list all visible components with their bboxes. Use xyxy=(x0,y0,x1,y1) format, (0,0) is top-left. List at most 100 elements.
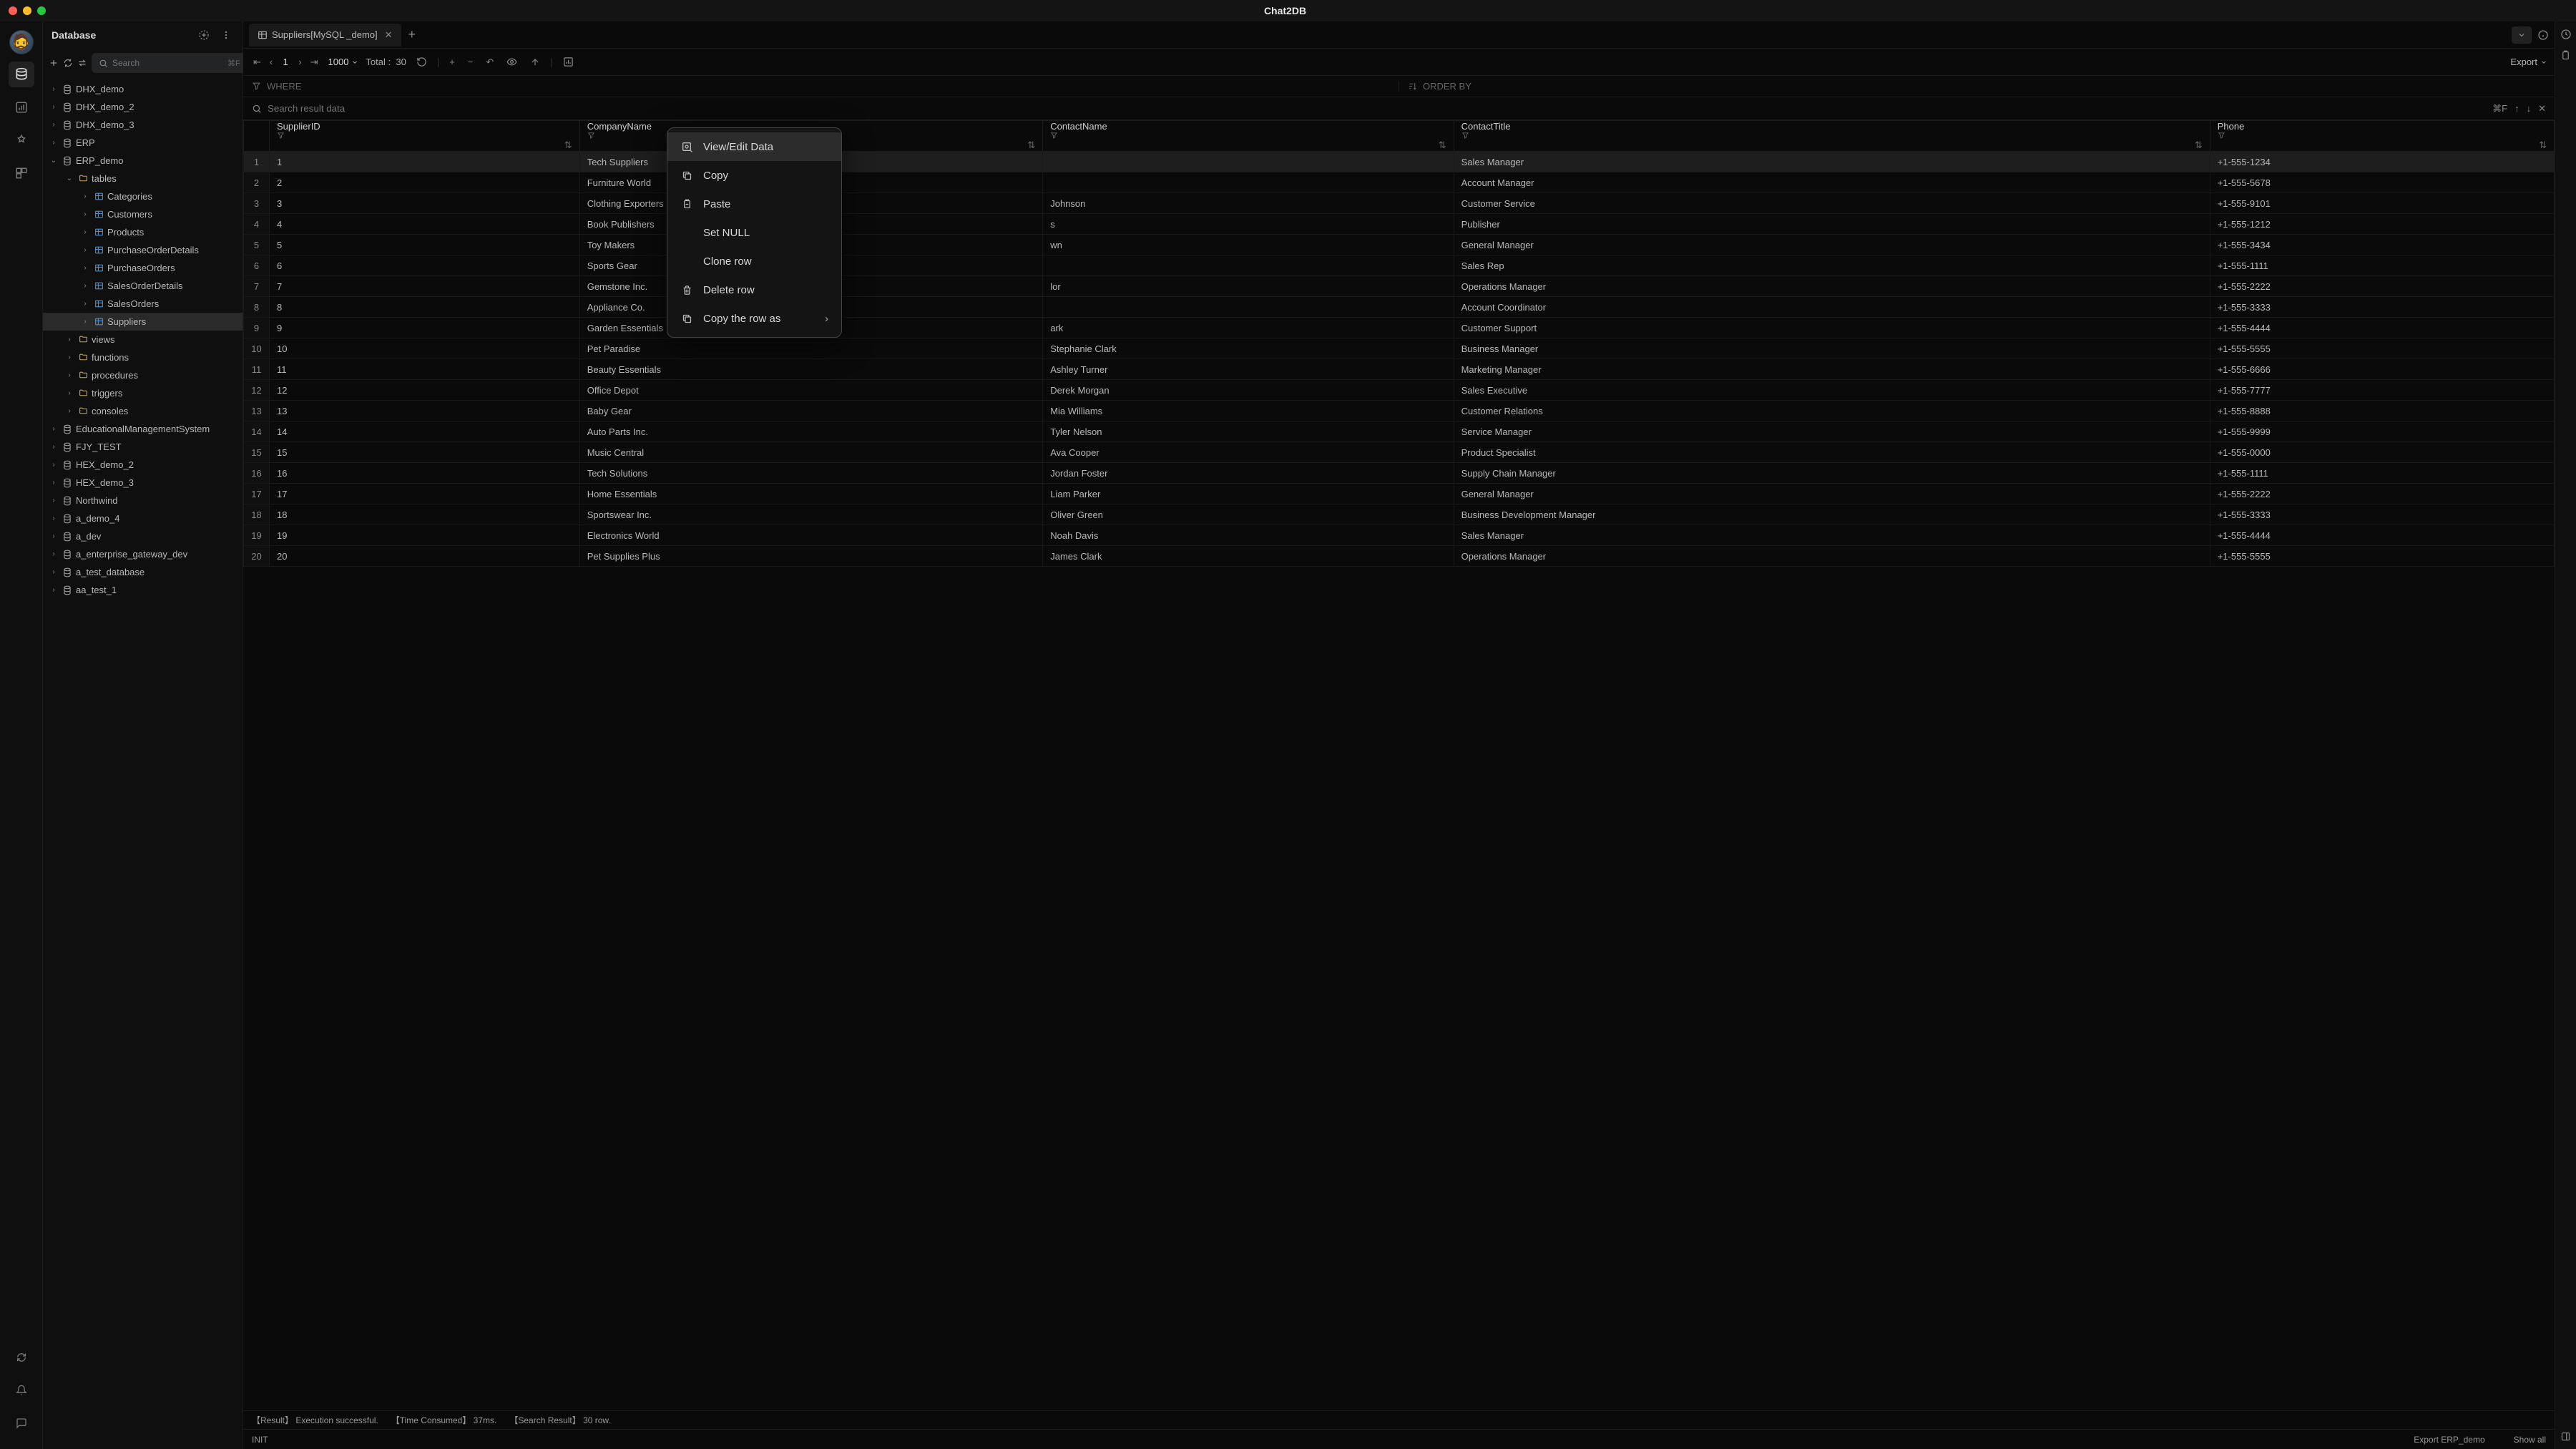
refresh-icon[interactable] xyxy=(63,54,73,72)
cell[interactable]: +1-555-4444 xyxy=(2210,525,2554,546)
filter-icon[interactable] xyxy=(277,132,572,140)
tree-item-categories[interactable]: ›Categories xyxy=(43,187,243,205)
cell[interactable]: wn xyxy=(1043,235,1454,255)
table-row[interactable]: 22Furniture WorldAccount Manager+1-555-5… xyxy=(244,172,2555,193)
cell[interactable]: Customer Support xyxy=(1454,318,2210,338)
last-page-button[interactable]: ⇥ xyxy=(308,55,321,69)
cell[interactable]: 6 xyxy=(270,255,580,276)
cell[interactable]: 19 xyxy=(270,525,580,546)
cell[interactable]: lor xyxy=(1043,276,1454,297)
cell[interactable]: Account Coordinator xyxy=(1454,297,2210,318)
chevron-icon[interactable]: › xyxy=(80,228,90,236)
filter-icon[interactable] xyxy=(1050,132,1446,140)
col-phone[interactable]: Phone⇅ xyxy=(2210,121,2554,152)
tree-item-hex_demo_3[interactable]: ›HEX_demo_3 xyxy=(43,474,243,492)
ai-chat-icon[interactable] xyxy=(9,127,34,153)
prev-page-button[interactable]: ‹ xyxy=(267,55,275,69)
tree-item-suppliers[interactable]: ›Suppliers xyxy=(43,313,243,331)
tree-search[interactable]: ⌘F xyxy=(92,53,248,73)
new-tab-button[interactable]: + xyxy=(401,23,423,47)
ctx-item-copy-the-row-as[interactable]: Copy the row as› xyxy=(667,304,841,333)
maximize-window-button[interactable] xyxy=(37,6,46,15)
cell[interactable]: Jordan Foster xyxy=(1043,463,1454,484)
tree-item-dhx_demo[interactable]: ›DHX_demo xyxy=(43,80,243,98)
chart-button[interactable] xyxy=(560,55,577,69)
tree-item-salesorderdetails[interactable]: ›SalesOrderDetails xyxy=(43,277,243,295)
table-row[interactable]: 1010Pet ParadiseStephanie ClarkBusiness … xyxy=(244,338,2555,359)
tree-item-functions[interactable]: ›functions xyxy=(43,348,243,366)
cell[interactable]: s xyxy=(1043,214,1454,235)
ctx-item-clone-row[interactable]: Clone row xyxy=(667,247,841,275)
tree-item-dhx_demo_2[interactable]: ›DHX_demo_2 xyxy=(43,98,243,116)
tree-item-salesorders[interactable]: ›SalesOrders xyxy=(43,295,243,313)
chevron-icon[interactable]: › xyxy=(49,425,59,433)
cell[interactable]: Johnson xyxy=(1043,193,1454,214)
table-row[interactable]: 33Clothing ExportersJohnsonCustomer Serv… xyxy=(244,193,2555,214)
cell[interactable]: Home Essentials xyxy=(579,484,1043,504)
tabs-dropdown-icon[interactable] xyxy=(2512,26,2532,44)
cell[interactable]: Derek Morgan xyxy=(1043,380,1454,401)
chevron-icon[interactable]: › xyxy=(80,282,90,290)
database-icon[interactable] xyxy=(9,62,34,87)
tree-item-dhx_demo_3[interactable]: ›DHX_demo_3 xyxy=(43,116,243,134)
filter-icon[interactable] xyxy=(1461,132,2203,140)
tree-item-fjy_test[interactable]: ›FJY_TEST xyxy=(43,438,243,456)
tree-item-tables[interactable]: ⌄tables xyxy=(43,170,243,187)
cell[interactable]: Auto Parts Inc. xyxy=(579,421,1043,442)
tree-item-triggers[interactable]: ›triggers xyxy=(43,384,243,402)
chevron-icon[interactable]: ⌄ xyxy=(49,157,59,165)
cell[interactable]: Liam Parker xyxy=(1043,484,1454,504)
chevron-icon[interactable]: › xyxy=(49,514,59,522)
tree-item-aa_test_1[interactable]: ›aa_test_1 xyxy=(43,581,243,599)
sort-icon[interactable]: ⇅ xyxy=(564,140,572,151)
footer-export[interactable]: Export ERP_demo xyxy=(2414,1435,2484,1445)
cell[interactable]: General Manager xyxy=(1454,484,2210,504)
col-supplierid[interactable]: SupplierID⇅ xyxy=(270,121,580,152)
cell[interactable]: 1 xyxy=(270,152,580,172)
cell[interactable]: ark xyxy=(1043,318,1454,338)
cell[interactable]: +1-555-2222 xyxy=(2210,484,2554,504)
expand-icon[interactable] xyxy=(2560,1431,2571,1442)
sort-icon[interactable]: ⇅ xyxy=(1027,140,1035,151)
search-prev-button[interactable]: ↑ xyxy=(2514,103,2519,114)
col-contacttitle[interactable]: ContactTitle⇅ xyxy=(1454,121,2210,152)
cell[interactable]: +1-555-2222 xyxy=(2210,276,2554,297)
cell[interactable]: Publisher xyxy=(1454,214,2210,235)
ctx-item-view-edit-data[interactable]: View/Edit Data xyxy=(667,132,841,161)
cell[interactable]: 4 xyxy=(270,214,580,235)
cell[interactable]: 9 xyxy=(270,318,580,338)
table-row[interactable]: 1616Tech SolutionsJordan FosterSupply Ch… xyxy=(244,463,2555,484)
cell[interactable]: +1-555-1212 xyxy=(2210,214,2554,235)
cell[interactable]: James Clark xyxy=(1043,546,1454,567)
add-connection-icon[interactable] xyxy=(195,26,212,44)
search-next-button[interactable]: ↓ xyxy=(2527,103,2532,114)
cell[interactable]: 12 xyxy=(270,380,580,401)
tree-item-views[interactable]: ›views xyxy=(43,331,243,348)
cell[interactable]: Business Development Manager xyxy=(1454,504,2210,525)
cell[interactable]: Mia Williams xyxy=(1043,401,1454,421)
orderby-filter[interactable]: ORDER BY xyxy=(1399,81,2555,92)
chevron-icon[interactable]: › xyxy=(49,497,59,504)
dashboard-icon[interactable] xyxy=(9,94,34,120)
avatar[interactable]: 🧔 xyxy=(9,30,34,54)
table-row[interactable]: 1111Beauty EssentialsAshley TurnerMarket… xyxy=(244,359,2555,380)
chevron-icon[interactable]: › xyxy=(49,532,59,540)
table-row[interactable]: 88Appliance Co.Account Coordinator+1-555… xyxy=(244,297,2555,318)
chevron-icon[interactable]: › xyxy=(49,586,59,594)
cell[interactable]: Music Central xyxy=(579,442,1043,463)
cell[interactable]: 17 xyxy=(270,484,580,504)
cell[interactable]: Noah Davis xyxy=(1043,525,1454,546)
tree-item-products[interactable]: ›Products xyxy=(43,223,243,241)
cell[interactable]: +1-555-3333 xyxy=(2210,297,2554,318)
tree-item-hex_demo_2[interactable]: ›HEX_demo_2 xyxy=(43,456,243,474)
chevron-icon[interactable]: › xyxy=(80,300,90,308)
cell[interactable]: Baby Gear xyxy=(579,401,1043,421)
cell[interactable]: Tyler Nelson xyxy=(1043,421,1454,442)
chevron-icon[interactable]: › xyxy=(49,479,59,487)
feedback-icon[interactable] xyxy=(9,1410,34,1436)
cell[interactable]: Sales Manager xyxy=(1454,152,2210,172)
table-row[interactable]: 2020Pet Supplies PlusJames ClarkOperatio… xyxy=(244,546,2555,567)
cell[interactable]: 3 xyxy=(270,193,580,214)
cell[interactable]: Sportswear Inc. xyxy=(579,504,1043,525)
cell[interactable]: +1-555-4444 xyxy=(2210,318,2554,338)
